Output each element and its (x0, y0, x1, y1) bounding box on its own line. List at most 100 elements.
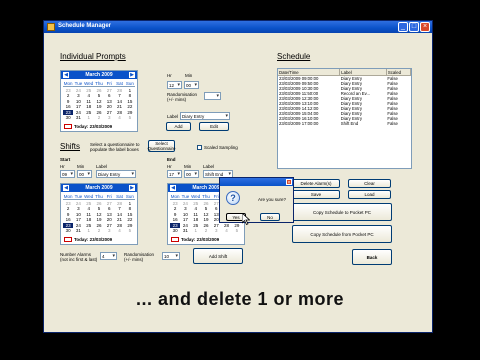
calendar-day[interactable]: 27 (211, 223, 221, 228)
calendar-day[interactable]: 19 (94, 104, 104, 109)
prev-month-icon[interactable]: ◀ (170, 185, 176, 191)
no-button[interactable]: No (260, 213, 280, 221)
calendar-day[interactable]: 29 (232, 223, 242, 228)
prev-month-icon[interactable]: ◀ (63, 185, 69, 191)
calendar-day[interactable]: 4 (84, 93, 94, 98)
edit-button[interactable]: Edit (199, 122, 229, 131)
calendar-day[interactable]: 3 (211, 228, 221, 233)
calendar-day[interactable]: 18 (84, 217, 94, 222)
calendar-day[interactable]: 30 (63, 115, 73, 120)
calendar-day[interactable]: 24 (73, 201, 83, 206)
calendar-day[interactable]: 12 (94, 212, 104, 217)
num-alarms-select[interactable]: 4 (100, 252, 117, 260)
end-hour-select[interactable]: 17 (167, 170, 182, 178)
calendar-day[interactable]: 24 (73, 110, 83, 115)
calendar-day[interactable]: 27 (104, 201, 114, 206)
calendar-day[interactable]: 2 (170, 206, 180, 211)
calendar-day[interactable]: 28 (114, 88, 124, 93)
copy-from-pocket-pc-button[interactable]: Copy Schedule from Pocket PC (292, 225, 392, 243)
select-questionnaire-button[interactable]: Select Questionnaire (148, 140, 176, 152)
calendar-day[interactable]: 31 (73, 115, 83, 120)
calendar-day[interactable]: 25 (191, 223, 201, 228)
prompt-label-select[interactable]: Diary Entry (180, 112, 230, 120)
calendar-day[interactable]: 25 (84, 88, 94, 93)
minimize-icon[interactable]: _ (398, 22, 408, 32)
calendar-day[interactable]: 31 (180, 228, 190, 233)
calendar-day[interactable]: 23 (170, 222, 181, 228)
calendar-day[interactable]: 24 (180, 223, 190, 228)
maximize-icon[interactable]: □ (409, 22, 419, 32)
calendar-day[interactable]: 9 (63, 99, 73, 104)
calendar-day[interactable]: 27 (104, 88, 114, 93)
calendar-day[interactable]: 16 (63, 104, 73, 109)
calendar-day[interactable]: 12 (201, 212, 211, 217)
calendar-day[interactable]: 29 (125, 223, 135, 228)
calendar-day[interactable]: 25 (84, 201, 94, 206)
calendar-day[interactable]: 9 (170, 212, 180, 217)
calendar-day[interactable]: 13 (104, 212, 114, 217)
calendar-day[interactable]: 16 (170, 217, 180, 222)
calendar-day[interactable]: 12 (94, 99, 104, 104)
calendar-day[interactable]: 1 (125, 88, 135, 93)
calendar-day[interactable]: 20 (104, 104, 114, 109)
calendar-day[interactable]: 26 (94, 223, 104, 228)
calendar-day[interactable]: 26 (94, 201, 104, 206)
start-label-select[interactable]: Diary Entry (96, 170, 136, 178)
calendar-day[interactable]: 5 (125, 115, 135, 120)
calendar-day[interactable]: 30 (170, 228, 180, 233)
calendar-day[interactable]: 17 (73, 217, 83, 222)
start-calendar[interactable]: March 2009 ◀ ▶ Mon Tue Wed Thu Fri Sat Sun 23 24… (60, 183, 138, 245)
calendar-day[interactable]: 2 (63, 206, 73, 211)
calendar-day[interactable]: 28 (114, 201, 124, 206)
calendar-day[interactable]: 23 (170, 201, 180, 206)
calendar-day[interactable]: 26 (201, 201, 211, 206)
close-icon[interactable]: × (420, 22, 430, 32)
next-month-icon[interactable]: ▶ (129, 185, 135, 191)
calendar-day[interactable]: 1 (84, 115, 94, 120)
calendar-day[interactable]: 4 (114, 228, 124, 233)
calendar-day[interactable]: 25 (191, 201, 201, 206)
calendar-day[interactable]: 20 (104, 217, 114, 222)
prompt-calendar[interactable]: March 2009 ◀ ▶ Mon Tue Wed Thu Fri Sat Sun 23 24… (60, 70, 138, 132)
calendar-day[interactable]: 21 (114, 104, 124, 109)
calendar-day[interactable]: 5 (125, 228, 135, 233)
calendar-day[interactable]: 17 (180, 217, 190, 222)
calendar-day[interactable]: 7 (114, 206, 124, 211)
copy-to-pocket-pc-button[interactable]: Copy Schedule to Pocket PC (292, 203, 392, 221)
calendar-day[interactable]: 28 (221, 223, 231, 228)
calendar-day[interactable]: 7 (114, 93, 124, 98)
calendar-day[interactable]: 2 (94, 115, 104, 120)
calendar-day[interactable]: 1 (84, 228, 94, 233)
calendar-day[interactable]: 24 (73, 88, 83, 93)
calendar-day[interactable]: 26 (94, 88, 104, 93)
back-button[interactable]: Back (352, 249, 392, 265)
calendar-day[interactable]: 19 (201, 217, 211, 222)
next-month-icon[interactable]: ▶ (129, 72, 135, 78)
calendar-day[interactable]: 28 (114, 223, 124, 228)
calendar-day[interactable]: 14 (114, 99, 124, 104)
scaled-sampling-checkbox[interactable] (197, 145, 202, 150)
calendar-day[interactable]: 11 (191, 212, 201, 217)
prompt-randomisation-select[interactable] (204, 92, 221, 100)
prev-month-icon[interactable]: ◀ (63, 72, 69, 78)
calendar-day[interactable]: 10 (73, 99, 83, 104)
add-button[interactable]: Add (166, 122, 191, 131)
calendar-day[interactable]: 2 (63, 93, 73, 98)
delete-alarms-button[interactable]: Delete Alarm(s) (292, 179, 340, 188)
calendar-today[interactable]: Today: 23/03/2009 (64, 124, 112, 129)
calendar-day[interactable]: 13 (104, 99, 114, 104)
calendar-day[interactable]: 24 (180, 201, 190, 206)
title-bar[interactable]: Schedule Manager _ □ × (44, 21, 432, 33)
calendar-day[interactable]: 6 (104, 206, 114, 211)
calendar-grid[interactable]: MonTueWedThuFriSatSun2324252627281234567… (63, 81, 135, 120)
calendar-day[interactable]: 11 (84, 99, 94, 104)
calendar-today[interactable]: Today: 23/03/2009 (171, 237, 219, 242)
close-icon[interactable]: × (286, 179, 292, 186)
calendar-day[interactable]: 16 (63, 217, 73, 222)
calendar-day[interactable]: 22 (125, 104, 135, 109)
calendar-day[interactable]: 17 (73, 104, 83, 109)
calendar-day[interactable]: 30 (63, 228, 73, 233)
calendar-day[interactable]: 29 (125, 110, 135, 115)
calendar-day[interactable]: 25 (84, 110, 94, 115)
calendar-day[interactable]: 23 (63, 201, 73, 206)
